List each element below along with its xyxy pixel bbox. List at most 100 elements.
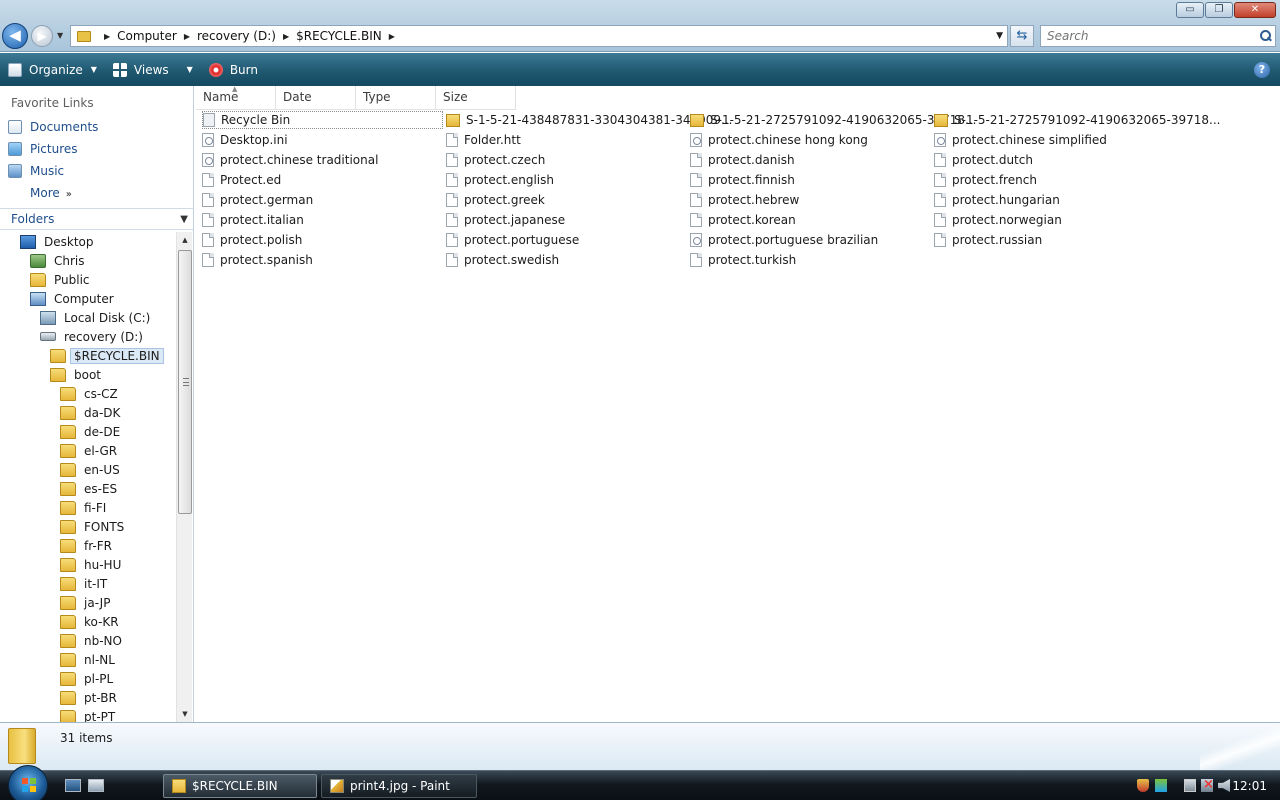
- file-item[interactable]: protect.greek: [446, 191, 545, 209]
- network-disconnected-icon[interactable]: [1201, 777, 1214, 792]
- start-button[interactable]: [8, 765, 48, 800]
- tree-item[interactable]: boot: [50, 365, 105, 384]
- file-item[interactable]: protect.swedish: [446, 251, 559, 269]
- favorite-link-documents[interactable]: Documents: [8, 120, 98, 134]
- tree-item[interactable]: FONTS: [60, 517, 128, 536]
- volume-icon[interactable]: [1218, 779, 1230, 792]
- tree-item[interactable]: nl-NL: [60, 650, 119, 669]
- file-item[interactable]: Folder.htt: [446, 131, 521, 149]
- more-links-button[interactable]: More »: [30, 186, 72, 200]
- favorite-link-music[interactable]: Music: [8, 164, 64, 178]
- folder-item[interactable]: S-1-5-21-2725791092-4190632065-39718...: [934, 111, 1220, 129]
- column-header-date-modified[interactable]: Date modif...: [276, 86, 356, 127]
- file-item[interactable]: protect.portuguese brazilian: [690, 231, 878, 249]
- tree-item[interactable]: da-DK: [60, 403, 124, 422]
- file-item[interactable]: protect.czech: [446, 151, 545, 169]
- tree-item[interactable]: Local Disk (C:): [40, 308, 154, 327]
- file-item[interactable]: protect.hungarian: [934, 191, 1060, 209]
- file-item[interactable]: protect.norwegian: [934, 211, 1062, 229]
- address-bar[interactable]: ▶ Computer ▶ recovery (D:) ▶ $RECYCLE.BI…: [70, 25, 1008, 47]
- tree-item[interactable]: Computer: [30, 289, 118, 308]
- tree-item[interactable]: $RECYCLE.BIN: [50, 346, 164, 365]
- tree-item[interactable]: recovery (D:): [40, 327, 147, 346]
- file-item[interactable]: protect.chinese hong kong: [690, 131, 868, 149]
- taskbar-button-paint[interactable]: print4.jpg - Paint: [321, 774, 477, 798]
- tree-item[interactable]: fr-FR: [60, 536, 116, 555]
- file-item[interactable]: protect.french: [934, 171, 1037, 189]
- clock[interactable]: 12:01: [1232, 779, 1267, 793]
- file-item[interactable]: protect.finnish: [690, 171, 795, 189]
- file-item[interactable]: protect.polish: [202, 231, 302, 249]
- battery-icon[interactable]: [1184, 779, 1196, 792]
- tree-item[interactable]: Desktop: [20, 232, 98, 251]
- close-button[interactable]: ✕: [1234, 2, 1276, 18]
- breadcrumb-separator-icon[interactable]: ▶: [104, 32, 110, 41]
- help-icon[interactable]: ?: [1254, 62, 1270, 78]
- file-item[interactable]: protect.chinese traditional: [202, 151, 378, 169]
- search-input[interactable]: [1047, 29, 1247, 43]
- breadcrumb-recycle-bin[interactable]: $RECYCLE.BIN: [296, 29, 382, 43]
- file-item[interactable]: protect.english: [446, 171, 554, 189]
- tree-item[interactable]: el-GR: [60, 441, 121, 460]
- scrollbar-thumb[interactable]: [178, 250, 192, 514]
- organize-button[interactable]: Organize ▼: [0, 53, 105, 86]
- tree-item[interactable]: cs-CZ: [60, 384, 122, 403]
- tree-item[interactable]: de-DE: [60, 422, 124, 441]
- breadcrumb-recovery-drive[interactable]: recovery (D:): [197, 29, 276, 43]
- minimize-button[interactable]: ▭: [1176, 2, 1204, 18]
- scroll-down-arrow-icon[interactable]: ▼: [177, 706, 193, 722]
- folders-header[interactable]: Folders ▼: [0, 208, 194, 230]
- scroll-up-arrow-icon[interactable]: ▲: [177, 232, 193, 248]
- file-item[interactable]: protect.japanese: [446, 211, 565, 229]
- security-shield-icon[interactable]: [1137, 779, 1149, 792]
- file-item[interactable]: protect.spanish: [202, 251, 313, 269]
- file-item[interactable]: protect.chinese simplified: [934, 131, 1107, 149]
- file-item[interactable]: protect.german: [202, 191, 313, 209]
- tree-item[interactable]: it-IT: [60, 574, 111, 593]
- file-item[interactable]: protect.dutch: [934, 151, 1033, 169]
- breadcrumb-separator-icon[interactable]: ▶: [184, 32, 190, 41]
- windows-update-icon[interactable]: [1155, 779, 1167, 792]
- tree-item[interactable]: Chris: [30, 251, 89, 270]
- search-icon[interactable]: [1259, 30, 1271, 42]
- tree-item[interactable]: Public: [30, 270, 94, 289]
- maximize-button[interactable]: ❐: [1205, 2, 1233, 18]
- tree-item[interactable]: nb-NO: [60, 631, 126, 650]
- search-box[interactable]: [1040, 25, 1276, 47]
- favorite-link-pictures[interactable]: Pictures: [8, 142, 78, 156]
- breadcrumb-computer[interactable]: Computer: [117, 29, 177, 43]
- file-item[interactable]: Recycle Bin: [202, 111, 443, 129]
- file-item[interactable]: protect.russian: [934, 231, 1042, 249]
- back-button[interactable]: ◀: [2, 23, 28, 49]
- file-item[interactable]: Desktop.ini: [202, 131, 288, 149]
- tree-item[interactable]: pt-BR: [60, 688, 121, 707]
- file-item[interactable]: protect.italian: [202, 211, 304, 229]
- tree-item[interactable]: en-US: [60, 460, 124, 479]
- address-dropdown-icon[interactable]: ▼: [996, 31, 1003, 41]
- file-item[interactable]: protect.hebrew: [690, 191, 799, 209]
- column-header-name[interactable]: ▲ Name: [196, 85, 276, 110]
- taskbar-button-recycle-bin[interactable]: $RECYCLE.BIN: [163, 774, 317, 798]
- tree-item[interactable]: hu-HU: [60, 555, 125, 574]
- column-header-type[interactable]: Type: [356, 86, 436, 110]
- forward-button[interactable]: ▶: [31, 25, 53, 47]
- tree-item[interactable]: pl-PL: [60, 669, 117, 688]
- views-button[interactable]: Views ▼: [105, 53, 201, 86]
- tree-item[interactable]: es-ES: [60, 479, 121, 498]
- show-desktop-icon[interactable]: [65, 779, 81, 792]
- file-item[interactable]: protect.danish: [690, 151, 795, 169]
- refresh-button[interactable]: ⇆: [1010, 25, 1034, 47]
- file-item[interactable]: protect.portuguese: [446, 231, 579, 249]
- recent-pages-dropdown[interactable]: ▼: [57, 31, 63, 40]
- breadcrumb-separator-icon[interactable]: ▶: [389, 32, 395, 41]
- breadcrumb-separator-icon[interactable]: ▶: [283, 32, 289, 41]
- tree-item[interactable]: ja-JP: [60, 593, 114, 612]
- file-item[interactable]: Protect.ed: [202, 171, 281, 189]
- tree-item[interactable]: ko-KR: [60, 612, 123, 631]
- tree-item[interactable]: fi-FI: [60, 498, 110, 517]
- tree-item[interactable]: pt-PT: [60, 707, 119, 722]
- folder-tree-scrollbar[interactable]: ▲ ▼: [176, 232, 192, 722]
- column-header-size[interactable]: Size: [436, 86, 516, 110]
- switch-windows-icon[interactable]: [88, 779, 104, 792]
- file-item[interactable]: protect.korean: [690, 211, 796, 229]
